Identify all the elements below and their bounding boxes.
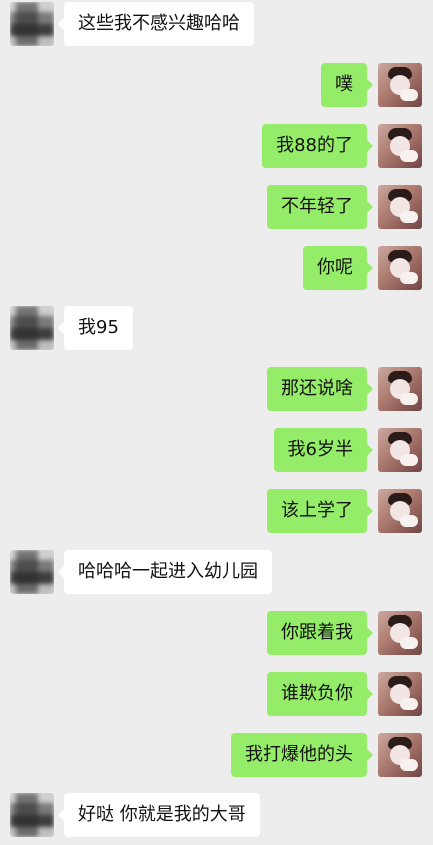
message-incoming: 我95 (0, 306, 433, 350)
avatar-self[interactable] (378, 733, 422, 777)
avatar-other[interactable] (10, 550, 54, 594)
message-bubble[interactable]: 这些我不感兴趣哈哈 (58, 2, 254, 46)
avatar-self[interactable] (378, 489, 422, 533)
avatar-self[interactable] (378, 611, 422, 655)
message-bubble[interactable]: 不年轻了 (267, 185, 373, 229)
message-outgoing: 我88的了 (0, 124, 433, 168)
message-bubble[interactable]: 谁欺负你 (267, 672, 373, 716)
message-bubble[interactable]: 该上学了 (267, 489, 373, 533)
message-outgoing: 你跟着我 (0, 611, 433, 655)
avatar-self[interactable] (378, 185, 422, 229)
message-bubble[interactable]: 噗 (321, 63, 373, 107)
message-outgoing: 该上学了 (0, 489, 433, 533)
message-bubble[interactable]: 那还说啥 (267, 367, 373, 411)
message-bubble[interactable]: 哈哈哈一起进入幼儿园 (58, 550, 272, 594)
message-outgoing: 你呢 (0, 246, 433, 290)
avatar-self[interactable] (378, 428, 422, 472)
avatar-other[interactable] (10, 793, 54, 837)
message-bubble[interactable]: 我6岁半 (273, 428, 374, 472)
message-outgoing: 我打爆他的头 (0, 733, 433, 777)
avatar-self[interactable] (378, 367, 422, 411)
avatar-other[interactable] (10, 306, 54, 350)
message-outgoing: 我6岁半 (0, 428, 433, 472)
message-outgoing: 不年轻了 (0, 185, 433, 229)
message-bubble[interactable]: 好哒 你就是我的大哥 (58, 793, 260, 837)
message-bubble[interactable]: 我88的了 (262, 124, 373, 168)
message-incoming: 这些我不感兴趣哈哈 (0, 2, 433, 46)
avatar-self[interactable] (378, 63, 422, 107)
message-bubble[interactable]: 我打爆他的头 (231, 733, 373, 777)
message-bubble[interactable]: 你跟着我 (267, 611, 373, 655)
message-bubble[interactable]: 你呢 (303, 246, 373, 290)
avatar-self[interactable] (378, 124, 422, 168)
message-outgoing: 那还说啥 (0, 367, 433, 411)
avatar-other[interactable] (10, 2, 54, 46)
avatar-self[interactable] (378, 246, 422, 290)
message-incoming: 哈哈哈一起进入幼儿园 (0, 550, 433, 594)
message-bubble[interactable]: 我95 (58, 306, 133, 350)
message-incoming: 好哒 你就是我的大哥 (0, 793, 433, 837)
message-outgoing: 谁欺负你 (0, 672, 433, 716)
avatar-self[interactable] (378, 672, 422, 716)
message-outgoing: 噗 (0, 63, 433, 107)
